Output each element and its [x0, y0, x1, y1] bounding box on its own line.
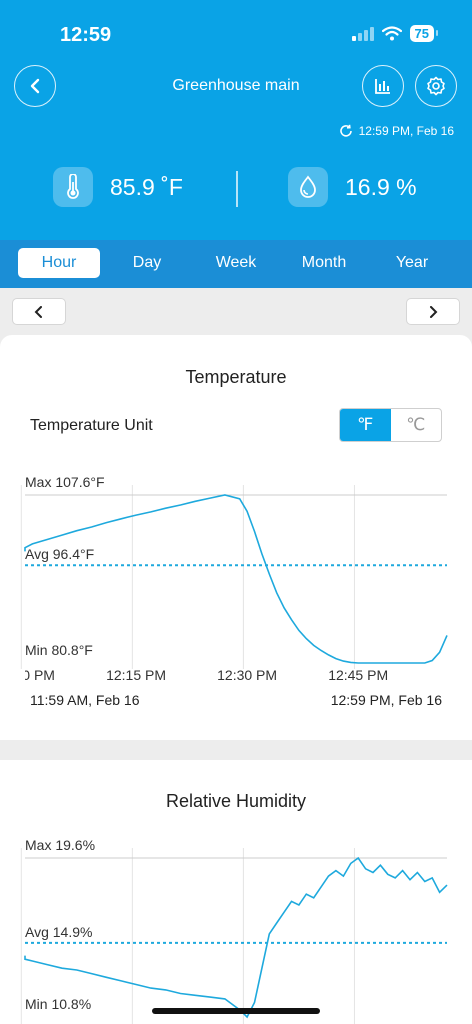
next-period-button[interactable] [406, 298, 460, 325]
battery-indicator: 75 [409, 25, 439, 42]
device-header: 12:59 75 Greenhouse main 12:59 PM, Feb 1… [0, 0, 472, 240]
min-label: Min 80.8°F [25, 642, 93, 658]
avg-label: Avg 96.4°F [25, 546, 94, 562]
min-label: Min 10.8% [25, 996, 91, 1012]
max-label: Max 19.6% [25, 837, 95, 853]
tab-day[interactable]: Day [112, 248, 182, 278]
sync-time: 12:59 PM, Feb 16 [358, 124, 454, 138]
series-line [24, 494, 448, 664]
status-icons: 75 [351, 25, 439, 42]
x-tick-label: 12:15 PM [106, 667, 166, 683]
last-sync: 12:59 PM, Feb 16 [339, 124, 454, 138]
tab-year[interactable]: Year [377, 248, 447, 278]
thermometer-icon [53, 167, 93, 207]
humidity-title: Relative Humidity [165, 791, 307, 811]
tab-month[interactable]: Month [290, 248, 358, 278]
temperature-unit-label: Temperature Unit [30, 417, 153, 434]
home-indicator[interactable] [152, 1008, 320, 1014]
chart-button[interactable] [362, 65, 404, 107]
humidity-value: 16.9 % [345, 173, 417, 200]
humidity-icon [288, 167, 328, 207]
status-time: 12:59 [60, 24, 112, 46]
unit-fahrenheit-option[interactable]: ℉ [340, 409, 391, 441]
range-end: 12:59 PM, Feb 16 [330, 692, 442, 708]
temperature-value: 85.9 ˚F [110, 173, 183, 200]
previous-period-button[interactable] [12, 298, 66, 325]
humidity-reading: 16.9 % [288, 167, 417, 207]
reading-divider [236, 171, 238, 207]
temperature-title: Temperature [185, 367, 287, 387]
gear-icon [427, 76, 445, 96]
chart-icon [375, 79, 390, 94]
unit-celsius-option[interactable]: ℃ [391, 409, 442, 441]
temperature-unit-toggle: ℉ ℃ [339, 408, 442, 442]
wifi-icon [381, 26, 402, 41]
x-tick-label: 12:00 PM [0, 667, 55, 683]
max-label: Max 107.6°F [25, 474, 105, 490]
humidity-card: Relative Humidity Max 19.6% Avg 14.9% Min … [0, 760, 472, 1024]
temperature-chart: Max 107.6°F Avg 96.4°F Min 80.8°F 12:00 PM 1… [0, 474, 448, 683]
chevron-left-icon [34, 305, 42, 318]
avg-label: Avg 14.9% [25, 924, 92, 940]
temperature-card: Temperature Temperature Unit ℉ ℃ Max 107… [0, 335, 472, 740]
tab-week[interactable]: Week [200, 248, 272, 278]
x-tick-label: 12:30 PM [217, 667, 277, 683]
humidity-chart: Max 19.6% Avg 14.9% Min 10.8% [20, 837, 448, 1024]
settings-button[interactable] [415, 65, 457, 107]
period-tabs: Hour Day Week Month Year [0, 240, 472, 288]
temperature-reading: 85.9 ˚F [53, 167, 183, 207]
sync-icon[interactable] [339, 124, 353, 138]
chevron-right-icon [430, 305, 438, 318]
tab-hour[interactable]: Hour [18, 248, 100, 278]
range-start: 11:59 AM, Feb 16 [30, 692, 140, 708]
x-tick-label: 12:45 PM [328, 667, 388, 683]
cellular-signal-icon [351, 26, 374, 41]
